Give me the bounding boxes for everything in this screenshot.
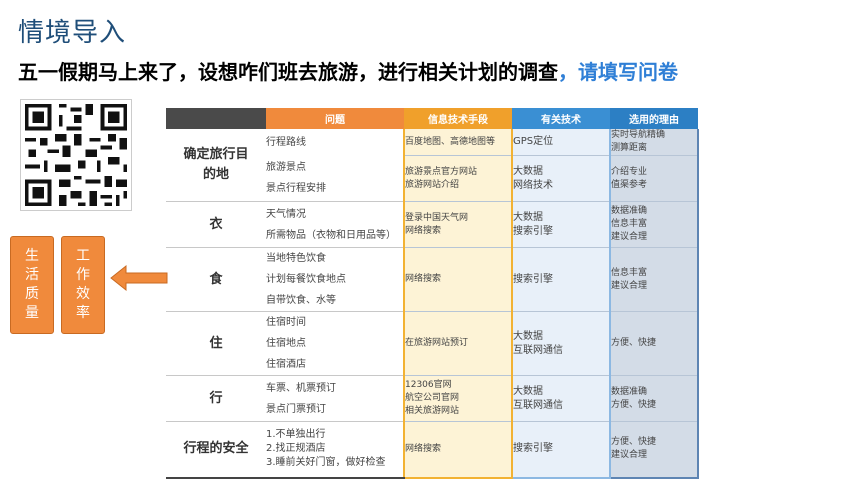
row-reason: 数据准确 方便、快捷 xyxy=(609,375,699,422)
table-row: 衣 天气情况 所需物品（衣物和日用品等） 登录中国天气网 网络搜索 大数据 搜索引擎 … xyxy=(166,201,699,248)
header-it-means: 信息技术手段 xyxy=(404,108,512,129)
table-row: 确定旅行目的地 行程路线 百度地图、高德地图等 GPS定位 实时导航精确 测算距离 xyxy=(166,129,699,202)
header-reason: 选用的理由 xyxy=(610,108,698,129)
survey-table: 问题 信息技术手段 有关技术 选用的理由 确定旅行目的地 行程路线 百度地图、高… xyxy=(166,108,699,479)
row-category: 行程的安全 xyxy=(166,421,266,479)
row-tech: 大数据 网络技术 xyxy=(511,155,611,202)
table-row: 住 住宿时间 住宿地点 住宿酒店 在旅游网站预订 大数据 互联网通信 方便、快捷 xyxy=(166,311,699,376)
row-question: 车票、机票预订 景点门票预订 xyxy=(266,375,404,422)
row-it-means: 登录中国天气网 网络搜索 xyxy=(403,201,513,248)
header-question: 问题 xyxy=(266,108,404,129)
row-category: 住 xyxy=(166,311,266,376)
row-reason: 信息丰富 建议合理 xyxy=(609,247,699,312)
table-row: 行程的安全 1.不单独出行 2.找正规酒店 3.睡前关好门窗，做好检查 网络搜索 搜… xyxy=(166,421,699,479)
page-title: 情境导入 xyxy=(18,18,127,48)
row-category: 确定旅行目的地 xyxy=(166,129,266,202)
row-tech: GPS定位 xyxy=(511,129,611,156)
subtitle-highlight: ，请填写问卷 xyxy=(558,60,678,84)
row-category: 食 xyxy=(166,247,266,312)
row-reason: 实时导航精确 测算距离 xyxy=(609,129,699,156)
row-category: 衣 xyxy=(166,201,266,248)
row-tech: 搜索引擎 xyxy=(511,421,611,479)
row-it-means: 百度地图、高德地图等 xyxy=(403,129,513,156)
row-it-means: 旅游景点官方网站 旅游网站介绍 xyxy=(403,155,513,202)
row-question: 住宿时间 住宿地点 住宿酒店 xyxy=(266,311,404,376)
row-question: 旅游景点 景点行程安排 xyxy=(266,155,404,202)
subtitle: 五一假期马上来了，设想咋们班去旅游，进行相关计划的调查，请填写问卷 xyxy=(18,56,678,85)
qr-code-icon xyxy=(20,99,132,211)
row-reason: 方便、快捷 建议合理 xyxy=(609,421,699,479)
row-tech: 大数据 搜索引擎 xyxy=(511,201,611,248)
subtitle-text: 五一假期马上来了，设想咋们班去旅游，进行相关计划的调查 xyxy=(18,60,558,84)
tag-quality-of-life: 生活质量 xyxy=(10,236,54,334)
tag-work-efficiency: 工作效率 xyxy=(61,236,105,334)
arrow-left-icon xyxy=(110,264,168,292)
row-tech: 大数据 互联网通信 xyxy=(511,375,611,422)
row-reason: 数据准确 信息丰富 建议合理 xyxy=(609,201,699,248)
header-tech: 有关技术 xyxy=(512,108,610,129)
row-reason: 方便、快捷 xyxy=(609,311,699,376)
row-question: 当地特色饮食 计划每餐饮食地点 自带饮食、水等 xyxy=(266,247,404,312)
row-tech: 搜索引擎 xyxy=(511,247,611,312)
row-question: 行程路线 xyxy=(266,136,306,148)
row-it-means: 12306官网 航空公司官网 相关旅游网站 xyxy=(403,375,513,422)
row-it-means: 网络搜索 xyxy=(403,421,513,479)
row-category: 行 xyxy=(166,375,266,422)
table-row: 食 当地特色饮食 计划每餐饮食地点 自带饮食、水等 网络搜索 搜索引擎 信息丰富 建议… xyxy=(166,247,699,312)
row-it-means: 网络搜索 xyxy=(403,247,513,312)
table-header-row: 问题 信息技术手段 有关技术 选用的理由 xyxy=(166,108,698,129)
header-category xyxy=(166,108,266,129)
row-tech: 大数据 互联网通信 xyxy=(511,311,611,376)
table-row: 行 车票、机票预订 景点门票预订 12306官网 航空公司官网 相关旅游网站 大数据互… xyxy=(166,375,699,422)
row-question: 1.不单独出行 2.找正规酒店 3.睡前关好门窗，做好检查 xyxy=(266,421,404,479)
row-it-means: 在旅游网站预订 xyxy=(403,311,513,376)
row-question: 天气情况 所需物品（衣物和日用品等） xyxy=(266,201,404,248)
row-reason: 介绍专业 值渠参考 xyxy=(609,155,699,202)
